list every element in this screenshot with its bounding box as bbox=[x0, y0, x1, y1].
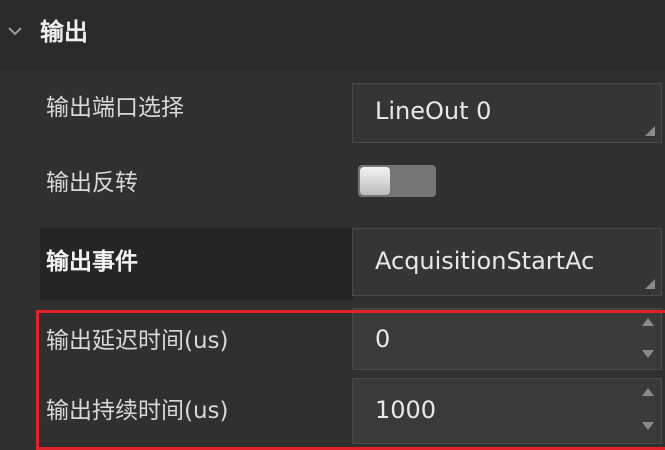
row-output-invert: 输出反转 bbox=[0, 150, 665, 222]
output-duration-input[interactable]: 1000 bbox=[352, 378, 662, 444]
output-delay-label: 输出延迟时间(us) bbox=[46, 328, 229, 354]
chevron-down-icon[interactable] bbox=[6, 22, 24, 40]
row-output-event: 输出事件 AcquisitionStartAc bbox=[0, 222, 665, 302]
output-invert-label: 输出反转 bbox=[46, 170, 138, 196]
output-event-label: 输出事件 bbox=[46, 249, 138, 275]
dropdown-grip-icon bbox=[645, 126, 655, 136]
output-duration-label: 输出持续时间(us) bbox=[46, 398, 229, 424]
output-port-value: LineOut 0 bbox=[375, 97, 492, 125]
output-section-header[interactable]: 输出 bbox=[0, 0, 665, 70]
output-port-label: 输出端口选择 bbox=[46, 95, 184, 121]
output-event-select[interactable]: AcquisitionStartAc bbox=[352, 228, 662, 296]
toggle-knob bbox=[360, 167, 390, 195]
row-output-port: 输出端口选择 LineOut 0 bbox=[0, 70, 665, 150]
spin-down-icon[interactable] bbox=[641, 419, 655, 433]
output-delay-value: 0 bbox=[375, 325, 391, 353]
row-output-delay: 输出延迟时间(us) 0 bbox=[0, 302, 665, 372]
output-port-select[interactable]: LineOut 0 bbox=[352, 83, 662, 143]
output-invert-toggle[interactable] bbox=[358, 165, 436, 197]
dropdown-grip-icon bbox=[645, 279, 655, 289]
output-delay-input[interactable]: 0 bbox=[352, 308, 662, 370]
output-event-value: AcquisitionStartAc bbox=[375, 247, 595, 275]
properties-panel: 输出 输出端口选择 LineOut 0 输出反转 输出事件 Acquisitio… bbox=[0, 0, 665, 450]
output-duration-value: 1000 bbox=[375, 396, 437, 424]
section-title: 输出 bbox=[40, 18, 88, 46]
spin-up-icon[interactable] bbox=[641, 315, 655, 329]
row-output-duration: 输出持续时间(us) 1000 bbox=[0, 372, 665, 444]
spin-down-icon[interactable] bbox=[641, 347, 655, 361]
spin-up-icon[interactable] bbox=[641, 385, 655, 399]
